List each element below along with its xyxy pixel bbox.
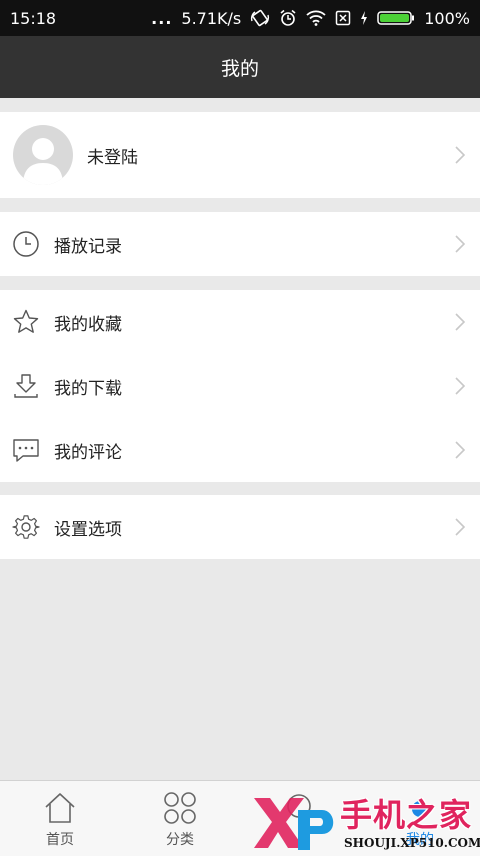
chevron-right-icon bbox=[454, 234, 466, 254]
status-bar: 15:18 ... 5.71K/s 100% bbox=[0, 0, 480, 36]
comment-icon bbox=[12, 436, 40, 464]
login-status-label: 未登陆 bbox=[87, 147, 138, 168]
favorites-row[interactable]: 我的收藏 bbox=[0, 290, 480, 354]
chevron-right-icon bbox=[454, 312, 466, 332]
status-dots: ... bbox=[151, 8, 173, 28]
battery-icon bbox=[377, 10, 415, 26]
history-label: 播放记录 bbox=[54, 236, 122, 257]
downloads-label: 我的下载 bbox=[54, 378, 122, 399]
tab-category[interactable]: 分类 bbox=[120, 781, 240, 856]
tab-category-label: 分类 bbox=[166, 832, 194, 848]
avatar-placeholder-icon bbox=[13, 125, 73, 185]
profile-group: 未登陆 bbox=[0, 112, 480, 198]
watermark-subtitle: SHOUJI.XP510.COM bbox=[344, 836, 480, 850]
tab-home-label: 首页 bbox=[46, 832, 74, 848]
star-icon bbox=[12, 308, 40, 336]
xp-logo-icon bbox=[254, 798, 334, 850]
login-row[interactable]: 未登陆 bbox=[0, 112, 480, 198]
sim-x-icon bbox=[335, 10, 351, 26]
history-row[interactable]: 播放记录 bbox=[0, 212, 480, 276]
chevron-right-icon bbox=[454, 376, 466, 396]
favorites-label: 我的收藏 bbox=[54, 314, 122, 335]
status-time: 15:18 bbox=[10, 8, 57, 28]
chevron-right-icon bbox=[454, 440, 466, 460]
comments-row[interactable]: 我的评论 bbox=[0, 418, 480, 482]
grid-icon bbox=[163, 791, 197, 825]
alarm-icon bbox=[279, 9, 297, 27]
my-items-group: 我的收藏 我的下载 我的评论 bbox=[0, 290, 480, 482]
page-title: 我的 bbox=[220, 57, 259, 80]
network-speed: 5.71K/s bbox=[181, 8, 242, 28]
chevron-right-icon bbox=[454, 517, 466, 537]
watermark-logo: 手机之家 SHOUJI.XP510.COM bbox=[252, 790, 480, 856]
gear-icon bbox=[12, 513, 40, 541]
comments-label: 我的评论 bbox=[54, 442, 122, 463]
clock-icon bbox=[12, 230, 40, 258]
wifi-icon bbox=[306, 10, 326, 26]
screen-rotate-icon bbox=[250, 9, 270, 27]
watermark-title: 手机之家 bbox=[340, 796, 473, 834]
charging-icon bbox=[360, 10, 368, 26]
settings-label: 设置选项 bbox=[54, 519, 122, 540]
settings-group: 设置选项 bbox=[0, 495, 480, 559]
download-icon bbox=[12, 372, 40, 400]
tab-home[interactable]: 首页 bbox=[0, 781, 120, 856]
battery-percent: 100% bbox=[424, 8, 470, 28]
home-icon bbox=[43, 791, 77, 825]
title-bar: 我的 bbox=[0, 36, 480, 98]
history-group: 播放记录 bbox=[0, 212, 480, 276]
downloads-row[interactable]: 我的下载 bbox=[0, 354, 480, 418]
chevron-right-icon bbox=[454, 145, 466, 165]
settings-row[interactable]: 设置选项 bbox=[0, 495, 480, 559]
